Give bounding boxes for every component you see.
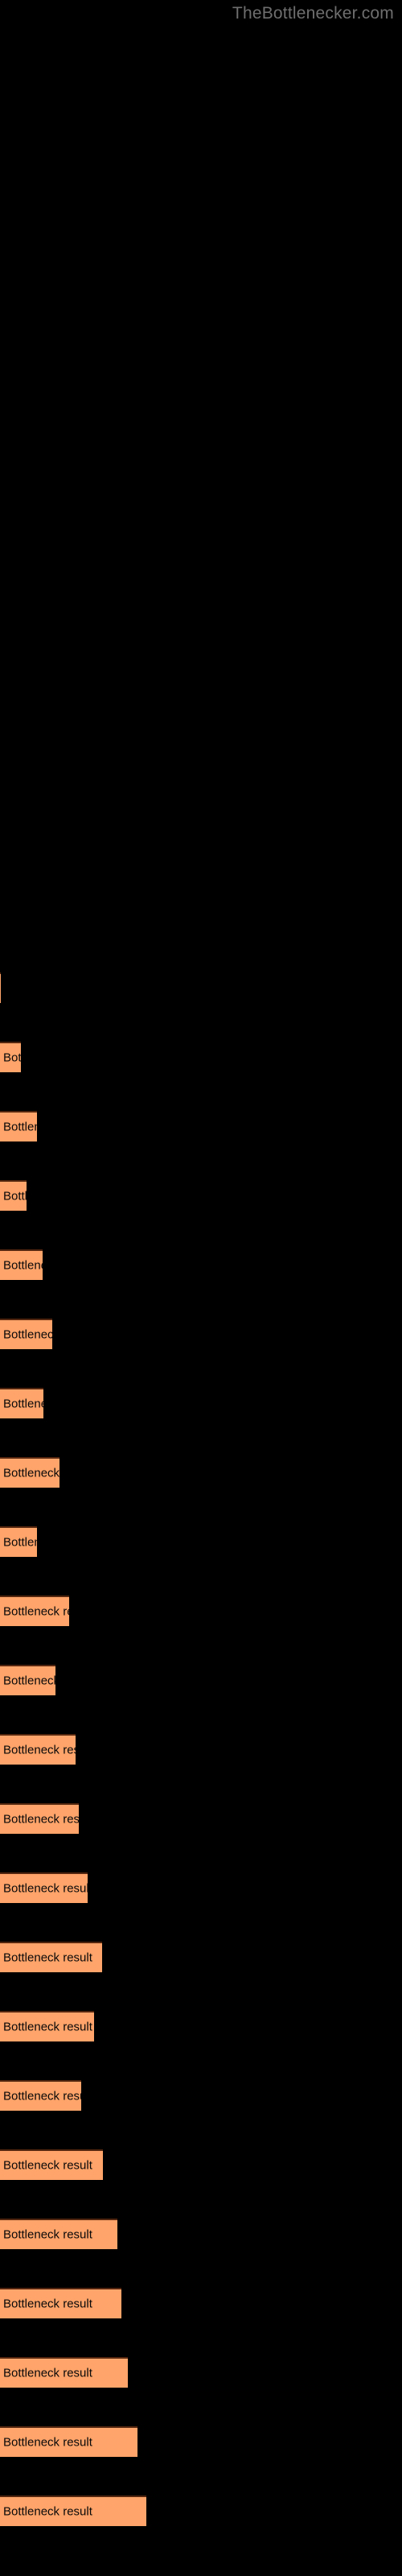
chart-bar[interactable]: Bottleneck result	[0, 2357, 128, 2388]
chart-bar[interactable]: Bottleneck result	[0, 2496, 146, 2526]
chart-bar[interactable]: Bottleneck result	[0, 1596, 69, 1626]
bar-clip: Bottleneck result	[0, 1526, 37, 1557]
bottleneck-bar-chart: Bottleneck result Bottleneck result Bottle…	[0, 0, 402, 2576]
chart-bar[interactable]: Bottleneck result	[0, 1180, 27, 1211]
chart-bar[interactable]: Bottleneck result	[0, 1111, 37, 1141]
bar-label: Bottleneck result	[3, 2435, 92, 2450]
chart-bar[interactable]: Bottleneck result	[0, 2149, 103, 2180]
bar-label: Bottleneck result	[3, 1743, 76, 1757]
chart-bar[interactable]: Bottleneck result	[0, 1042, 21, 1072]
bar-label: Bottleneck result	[3, 1951, 92, 1965]
bar-label: Bottleneck result	[3, 1466, 59, 1480]
chart-bar[interactable]: Bottleneck result	[0, 1803, 79, 1834]
chart-bar[interactable]: Bottleneck result	[0, 1526, 37, 1557]
chart-bar[interactable]: Bottleneck result	[0, 1457, 59, 1488]
bar-clip: Bottleneck result	[0, 1457, 59, 1488]
bar-clip: Bottleneck result	[0, 1388, 43, 1418]
chart-bar[interactable]: Bottleneck result	[0, 2219, 117, 2249]
chart-plot-area: Bottleneck result Bottleneck result Bottle…	[0, 0, 402, 2576]
bar-label: Bottleneck result	[3, 1812, 79, 1827]
bar-label: Bottleneck result	[3, 1674, 55, 1688]
chart-bar[interactable]: Bottleneck result	[0, 1319, 52, 1349]
bar-label: Bottleneck result	[3, 2089, 81, 2103]
bar-clip: Bottleneck result	[0, 1665, 55, 1695]
bar-label: Bottleneck result	[3, 1051, 21, 1065]
chart-bar[interactable]: Bottleneck result	[0, 2080, 81, 2111]
bar-label: Bottleneck result	[3, 2158, 92, 2173]
chart-bar[interactable]: Bottleneck result	[0, 1249, 43, 1280]
page-root: TheBottlenecker.com Bottleneck resultBot…	[0, 0, 402, 2576]
bar-clip: Bottleneck result	[0, 2357, 128, 2388]
bar-clip: Bottleneck result	[0, 2219, 117, 2249]
chart-bar[interactable]: Bottleneck result	[0, 2288, 121, 2318]
bar-label: Bottleneck result	[3, 2504, 92, 2519]
bar-clip: Bottleneck result	[0, 972, 2, 1003]
chart-bar[interactable]: Bottleneck result	[0, 1872, 88, 1903]
bar-label: Bottleneck result	[3, 1120, 37, 1134]
chart-bar[interactable]: Bottleneck result	[0, 1942, 102, 1972]
bar-clip: Bottleneck result	[0, 2288, 121, 2318]
bar-clip: Bottleneck result	[0, 1319, 52, 1349]
bar-clip: Bottleneck result	[0, 2426, 137, 2457]
bar-clip: Bottleneck result	[0, 1111, 37, 1141]
bar-clip: Bottleneck result	[0, 1180, 27, 1211]
bar-clip: Bottleneck result	[0, 2080, 81, 2111]
bar-clip: Bottleneck result	[0, 1042, 21, 1072]
bar-clip: Bottleneck result	[0, 2496, 146, 2526]
bar-label: Bottleneck result	[3, 1604, 69, 1619]
bar-label: Bottleneck result	[3, 2297, 92, 2311]
chart-bar[interactable]: Bottleneck result	[0, 1734, 76, 1765]
chart-bar[interactable]: Bottleneck result	[0, 972, 2, 1003]
bar-label: Bottleneck result	[3, 1258, 43, 1273]
bar-clip: Bottleneck result	[0, 1596, 69, 1626]
chart-bar[interactable]: Bottleneck result	[0, 2426, 137, 2457]
chart-bar[interactable]: Bottleneck result	[0, 1388, 43, 1418]
bar-clip: Bottleneck result	[0, 1872, 88, 1903]
chart-bar[interactable]: Bottleneck result	[0, 2011, 94, 2041]
bar-label: Bottleneck result	[3, 1535, 37, 1550]
bar-label: Bottleneck result	[3, 2366, 92, 2380]
bar-label: Bottleneck result	[3, 2227, 92, 2242]
bar-clip: Bottleneck result	[0, 2011, 94, 2041]
bar-label: Bottleneck result	[3, 2020, 92, 2034]
bar-clip: Bottleneck result	[0, 1734, 76, 1765]
bar-label: Bottleneck result	[3, 1397, 43, 1411]
bar-clip: Bottleneck result	[0, 1803, 79, 1834]
bar-label: Bottleneck result	[3, 1327, 52, 1342]
chart-bar[interactable]: Bottleneck result	[0, 1665, 55, 1695]
bar-label: Bottleneck result	[3, 1189, 27, 1203]
bar-clip: Bottleneck result	[0, 2149, 103, 2180]
bar-clip: Bottleneck result	[0, 1942, 102, 1972]
bar-label: Bottleneck result	[3, 1881, 88, 1896]
bar-clip: Bottleneck result	[0, 1249, 43, 1280]
